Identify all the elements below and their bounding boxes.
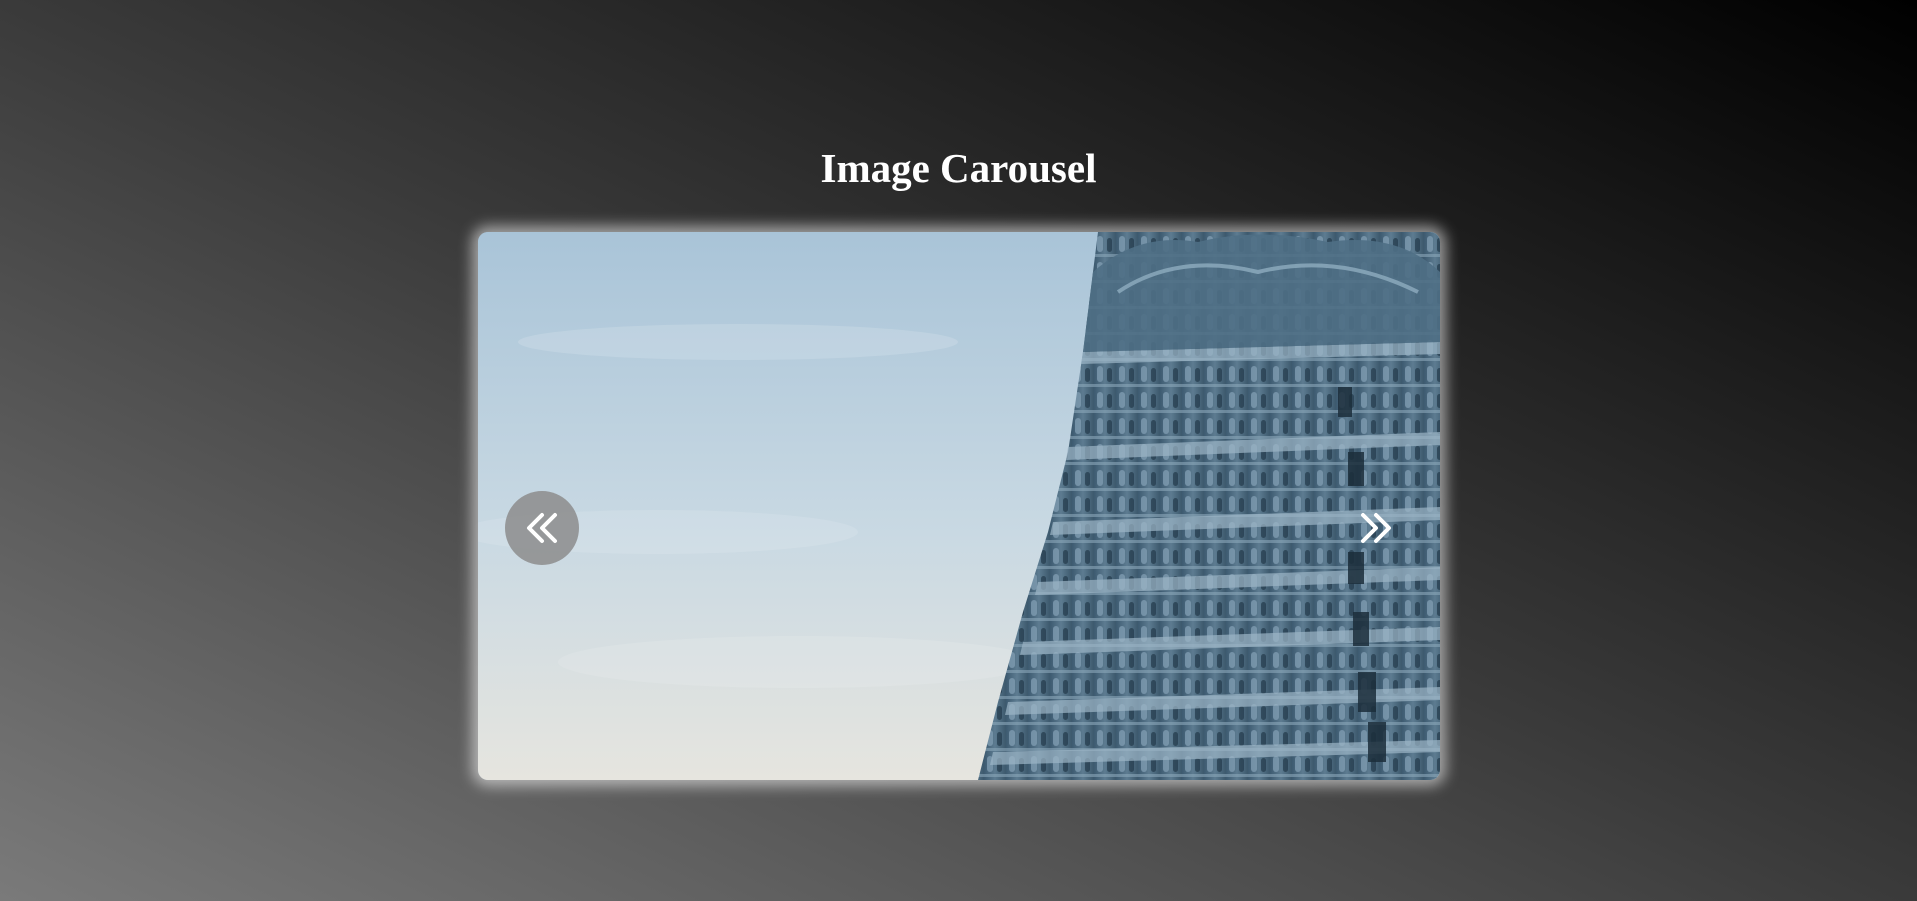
- image-carousel: [478, 232, 1440, 780]
- double-chevron-right-icon: [1358, 512, 1394, 544]
- double-chevron-left-icon: [524, 512, 560, 544]
- carousel-slide-image: [478, 232, 1440, 780]
- carousel-prev-button[interactable]: [505, 491, 579, 565]
- carousel-next-button[interactable]: [1339, 491, 1413, 565]
- page-title: Image Carousel: [820, 145, 1097, 191]
